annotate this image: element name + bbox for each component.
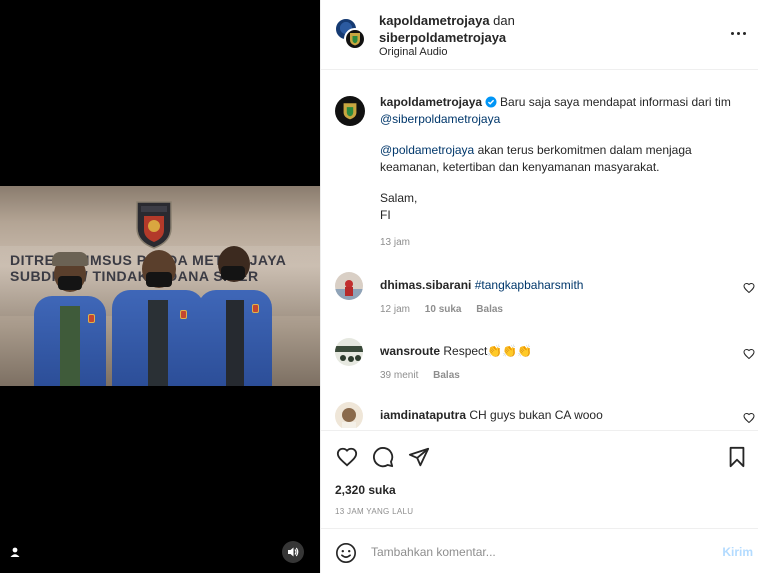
header-joiner: dan	[493, 13, 515, 28]
heart-icon[interactable]	[743, 412, 755, 424]
comment-username[interactable]: dhimas.sibarani	[380, 278, 471, 292]
caption-username[interactable]: kapoldametrojaya	[380, 95, 482, 109]
comment-likes[interactable]: 10 suka	[425, 304, 462, 315]
caption-timestamp[interactable]: 13 jam	[380, 237, 410, 248]
comments-list[interactable]: kapoldametrojaya Baru saja saya mendapat …	[321, 70, 758, 428]
post-media[interactable]: DITRESKRIMSUS POLDA METRO JAYA SUBDIT V …	[0, 0, 320, 573]
more-horizontal-icon[interactable]	[727, 26, 749, 40]
verified-badge-icon	[485, 96, 497, 108]
person-left	[30, 252, 110, 386]
caption-body: kapoldametrojaya Baru saja saya mendapat …	[380, 94, 745, 251]
collab-names: kapoldametrojaya dan siberpoldametrojaya	[379, 12, 515, 46]
caption-mention-2[interactable]: @poldametrojaya	[380, 143, 474, 157]
reply-button[interactable]: Balas	[476, 304, 503, 315]
heart-icon[interactable]	[335, 445, 359, 469]
person-right	[194, 246, 276, 386]
caption-time: 13 jam	[380, 234, 745, 251]
comment-text: wansroute Respect👏👏👏	[380, 343, 700, 359]
comment-meta: 12 jam 10 suka Balas	[380, 304, 515, 315]
comment-time[interactable]: 39 menit	[380, 370, 418, 381]
post-photo: DITRESKRIMSUS POLDA METRO JAYA SUBDIT V …	[0, 186, 320, 386]
reply-button[interactable]: Balas	[433, 370, 460, 381]
caption-sign1: Salam,	[380, 191, 418, 205]
send-icon[interactable]	[407, 445, 431, 469]
avatar[interactable]	[335, 96, 365, 126]
post-actions: 2,320 suka 13 JAM YANG LALU	[321, 430, 758, 528]
header-username-1[interactable]: kapoldametrojaya	[379, 13, 490, 28]
comment-composer: Kirim	[321, 528, 758, 573]
avatar[interactable]	[335, 402, 363, 428]
caption-sign2: FI	[380, 208, 391, 222]
speaker-icon[interactable]	[282, 541, 304, 563]
post-timestamp[interactable]: 13 JAM YANG LALU	[335, 507, 413, 516]
bookmark-icon[interactable]	[725, 445, 749, 469]
comment-input[interactable]	[371, 541, 691, 563]
avatar[interactable]	[335, 338, 363, 366]
instagram-post-modal: DITRESKRIMSUS POLDA METRO JAYA SUBDIT V …	[0, 0, 758, 573]
comment-text: iamdinataputra CH guys bukan CA wooo	[380, 407, 700, 423]
audio-link[interactable]: Original Audio	[379, 46, 448, 58]
action-bar	[335, 445, 749, 469]
caption-line1: Baru saja saya mendapat informasi dari t…	[500, 95, 731, 109]
emoji-icon[interactable]	[335, 542, 357, 564]
comment-hashtag[interactable]: #tangkapbaharsmith	[475, 278, 584, 292]
post-header: kapoldametrojaya dan siberpoldametrojaya…	[321, 0, 758, 70]
post-side-panel: kapoldametrojaya dan siberpoldametrojaya…	[320, 0, 758, 573]
caption-mention-1[interactable]: @siberpoldametrojaya	[380, 112, 500, 126]
comment-body: Respect👏👏👏	[443, 344, 533, 358]
comment-body: CH guys bukan CA wooo	[469, 408, 603, 422]
heart-icon[interactable]	[743, 282, 755, 294]
comment-text: dhimas.sibarani #tangkapbaharsmith	[380, 277, 700, 293]
comment-username[interactable]: wansroute	[380, 344, 440, 358]
comment-icon[interactable]	[371, 445, 395, 469]
comment-meta: 39 menit Balas	[380, 370, 472, 381]
post-comment-button[interactable]: Kirim	[722, 545, 753, 559]
collab-avatars[interactable]	[335, 18, 367, 50]
likes-count[interactable]: 2,320 suka	[335, 483, 396, 497]
avatar[interactable]	[344, 28, 366, 50]
comment-username[interactable]: iamdinataputra	[380, 408, 466, 422]
person-middle	[108, 250, 208, 386]
header-username-2[interactable]: siberpoldametrojaya	[379, 30, 506, 45]
avatar[interactable]	[335, 272, 363, 300]
heart-icon[interactable]	[743, 348, 755, 360]
police-emblem	[136, 201, 172, 249]
user-tag-icon[interactable]	[4, 541, 26, 563]
comment-time[interactable]: 12 jam	[380, 304, 410, 315]
